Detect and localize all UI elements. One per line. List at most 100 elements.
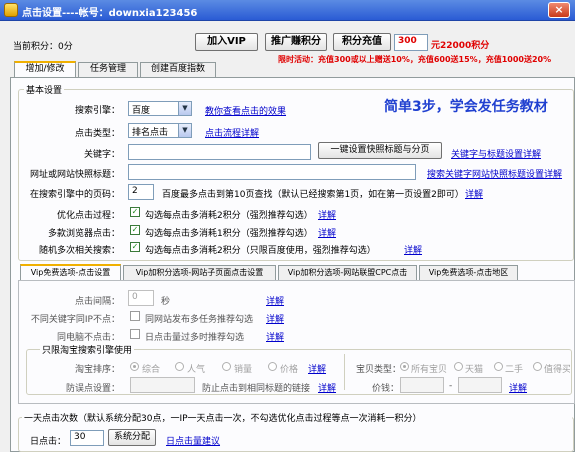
browsers-help-link[interactable]: 详解 (318, 226, 336, 239)
price-label: 价钱： (372, 384, 400, 394)
tab-vip-click-settings[interactable]: Vip免费选项-点击设置 (20, 264, 121, 281)
shop-radio-tmall[interactable] (454, 362, 463, 371)
sort-option-sales: 销量 (234, 365, 253, 375)
browsers-checkbox[interactable]: ✓ (130, 225, 140, 235)
daily-clicks-field-label: 日点击： (30, 437, 67, 447)
diff-ip-label: 不同关键字同IP不点： (30, 315, 120, 325)
price-help-link[interactable]: 详解 (509, 381, 527, 394)
optimize-text: 勾选每点击多消耗2积分（强烈推荐勾选） (145, 211, 313, 221)
daily-clicks-input[interactable]: 30 (70, 430, 104, 446)
url-label: 网址或网站快照标题： (29, 170, 120, 180)
interval-label: 点击间隔： (74, 297, 120, 307)
click-flow-link[interactable]: 点击流程详解 (205, 126, 259, 139)
engine-label: 搜索引擎： (74, 106, 120, 116)
interval-help-link[interactable]: 详解 (266, 294, 284, 307)
anti-misclick-help-link[interactable]: 详解 (318, 381, 336, 394)
set-snapshot-button[interactable]: 一键设置快照标题与分页 (318, 142, 442, 159)
tab-vip-subpage[interactable]: Vip加积分选项-网站子页面点击设置 (123, 265, 276, 280)
click-type-select[interactable]: 排名点击 ▼ (128, 123, 192, 138)
tutorial-headline[interactable]: 简单3步，学会发任务教材 (384, 96, 548, 116)
chevron-down-icon: ▼ (178, 102, 191, 115)
shop-radio-all[interactable] (400, 362, 409, 371)
recharge-button[interactable]: 积分充值 (333, 33, 391, 51)
shop-option-all: 所有宝贝 (411, 365, 448, 375)
shop-option-secondhand: 二手 (505, 365, 524, 375)
optimize-help-link[interactable]: 详解 (318, 208, 336, 221)
daily-clicks-label: 一天点击次数（默认系统分配30点，一IP一天点击一次，不勾选优化点击过程等点一次… (22, 411, 572, 424)
engine-help-link[interactable]: 教你查看点击的效果 (205, 104, 286, 117)
interval-input[interactable]: 0 (128, 290, 154, 306)
engine-select[interactable]: 百度 ▼ (128, 101, 192, 116)
same-pc-checkbox[interactable] (130, 329, 140, 339)
diff-ip-help-link[interactable]: 详解 (266, 312, 284, 325)
join-vip-button[interactable]: 加入VIP (195, 33, 258, 51)
interval-unit: 秒 (161, 297, 171, 307)
random-search-label: 随机多次相关搜索： (38, 246, 120, 256)
click-type-label: 点击类型： (74, 129, 120, 139)
taobao-group-label: 只限淘宝搜索引擎使用 (40, 343, 135, 356)
same-pc-label: 同电脑不点击： (56, 333, 120, 343)
page-help-link[interactable]: 详解 (465, 187, 483, 200)
chevron-down-icon: ▼ (178, 124, 191, 137)
sort-option-price: 价格 (280, 365, 299, 375)
tab-vip-cpc[interactable]: Vip加积分选项-网站联盟CPC点击 (278, 265, 417, 280)
basic-settings-label: 基本设置 (24, 83, 65, 96)
tab-baidu-index[interactable]: 创建百度指数 (140, 62, 216, 77)
shop-radio-secondhand[interactable] (494, 362, 503, 371)
system-allocate-button[interactable]: 系统分配 (108, 429, 156, 446)
price-separator: - (449, 381, 453, 391)
same-pc-text: 日点击量过多时推荐勾选 (145, 333, 245, 343)
app-icon (4, 3, 18, 17)
tab-task-manage[interactable]: 任务管理 (78, 62, 138, 77)
window-title: 点击设置----帐号：downxia123456 (22, 8, 198, 19)
keyword-input[interactable] (128, 144, 311, 160)
random-search-checkbox[interactable]: ✓ (130, 242, 140, 252)
anti-misclick-text: 防止点击到相同标题的链接 (202, 384, 311, 394)
title-bar: 点击设置----帐号：downxia123456 × (0, 0, 575, 21)
sort-radio-popularity[interactable] (175, 362, 184, 371)
page-label: 在搜索引擎中的页码： (29, 190, 120, 200)
sort-help-link[interactable]: 详解 (308, 362, 326, 375)
shop-option-worth-buying: 值得买 (544, 365, 570, 375)
click-type-value: 排名点击 (132, 128, 169, 138)
sort-option-comprehensive: 综合 (142, 365, 161, 375)
engine-value: 百度 (132, 106, 151, 116)
random-search-text: 勾选每点击多消耗2积分（只限百度使用，强烈推荐勾选） (145, 246, 376, 256)
close-button[interactable]: × (548, 2, 570, 18)
random-search-help-link[interactable]: 详解 (404, 243, 422, 256)
price-min-input[interactable] (400, 377, 444, 393)
recharge-amount-input[interactable]: 300 (394, 34, 428, 51)
url-help-link[interactable]: 搜索关键字网站快照标题设置详解 (427, 167, 562, 180)
taobao-divider (344, 354, 345, 390)
shop-radio-worth-buying[interactable] (533, 362, 542, 371)
tab-add-edit[interactable]: 增加/修改 (14, 61, 76, 78)
keyword-label: 关键字： (83, 150, 120, 160)
sort-radio-sales[interactable] (222, 362, 231, 371)
tab-vip-region[interactable]: Vip免费选项-点击地区 (419, 265, 518, 280)
recharge-points-text: 元22000积分 (431, 41, 490, 51)
anti-misclick-input[interactable] (130, 377, 195, 393)
diff-ip-checkbox[interactable] (130, 311, 140, 321)
same-pc-help-link[interactable]: 详解 (266, 330, 284, 343)
sort-label: 淘宝排序： (74, 365, 120, 375)
shop-option-tmall: 天猫 (465, 365, 484, 375)
shop-type-label: 宝贝类型： (356, 365, 402, 375)
price-max-input[interactable] (458, 377, 502, 393)
promote-earn-button[interactable]: 推广赚积分 (265, 33, 327, 51)
keyword-help-link[interactable]: 关键字与标题设置详解 (451, 147, 541, 160)
promo-text: 限时活动：充值300或以上赠送10%，充值600送15%，充值1000送20% (278, 55, 552, 64)
page-input[interactable]: 2 (128, 184, 154, 200)
optimize-checkbox[interactable]: ✓ (130, 207, 140, 217)
diff-ip-text: 同网站发布多任务推荐勾选 (145, 315, 254, 325)
points-label: 当前积分：0分 (13, 42, 73, 52)
browsers-label: 多款浏览器点击： (47, 229, 120, 239)
sort-radio-price[interactable] (268, 362, 277, 371)
sort-option-popularity: 人气 (187, 365, 206, 375)
url-input[interactable] (128, 164, 416, 180)
browsers-text: 勾选每点击多消耗1积分（强烈推荐勾选） (145, 229, 313, 239)
sort-radio-comprehensive[interactable] (130, 362, 139, 371)
optimize-label: 优化点击过程： (56, 211, 120, 221)
daily-suggest-link[interactable]: 日点击量建议 (166, 434, 220, 447)
anti-misclick-label: 防误点设置： (65, 384, 120, 394)
page-note: 百度最多点击到第10页查找（默认已经搜索第1页，如在第一页设置2即可） (162, 190, 464, 200)
